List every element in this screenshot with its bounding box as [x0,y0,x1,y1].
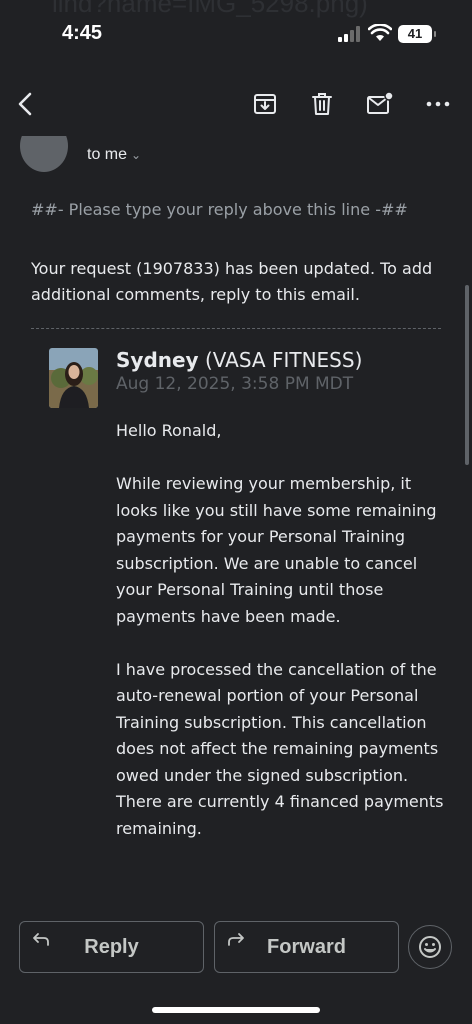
reply-label: Reply [84,936,139,958]
email-toolbar [0,70,472,136]
agent-name: Sydney (VASA FITNESS) [116,348,362,372]
email-content[interactable]: to me ⌄ ##- Please type your reply above … [0,110,472,910]
back-arrow-icon[interactable] [12,90,40,118]
reply-marker: ##- Please type your reply above this li… [31,200,408,219]
message-date: Aug 12, 2025, 3:58 PM MDT [116,374,354,394]
update-notice: Your request (1907833) has been updated.… [31,259,433,304]
recipient-label: to me [87,146,128,163]
emoji-reaction-button[interactable] [408,925,452,969]
home-indicator [152,1007,320,1013]
ghost-title: lind?name=IMG_5298.png) [52,0,368,18]
scrollbar[interactable] [465,285,469,465]
wifi-icon [368,24,392,41]
body-paragraph: While reviewing your membership, it look… [116,474,437,626]
forward-label: Forward [267,936,346,958]
more-dots-icon[interactable] [424,90,452,118]
agent-avatar [49,348,98,408]
cellular-signal-icon [338,26,360,42]
battery-indicator: 41 [398,25,436,43]
message-body: Hello Ronald, While reviewing your membe… [116,418,446,869]
body-paragraph: I have processed the cancellation of the… [116,659,444,838]
divider [31,328,441,329]
agent-org: (VASA FITNESS) [198,348,363,372]
reply-button[interactable]: Reply [19,921,204,973]
agent-first-name: Sydney [116,348,199,372]
bottom-action-bar: Reply Forward [0,910,472,1024]
status-time: 4:45 [62,22,103,44]
trash-icon[interactable] [308,90,336,118]
mail-unread-icon[interactable] [366,90,394,118]
status-bar: lind?name=IMG_5298.png) 4:45 41 [0,0,472,70]
archive-icon[interactable] [251,90,279,118]
forward-button[interactable]: Forward [214,921,399,973]
chevron-down-icon: ⌄ [131,148,142,162]
recipient-toggle[interactable]: to me ⌄ [87,146,141,164]
emoji-reaction-icon [419,936,441,958]
greeting: Hello Ronald, [116,421,222,440]
